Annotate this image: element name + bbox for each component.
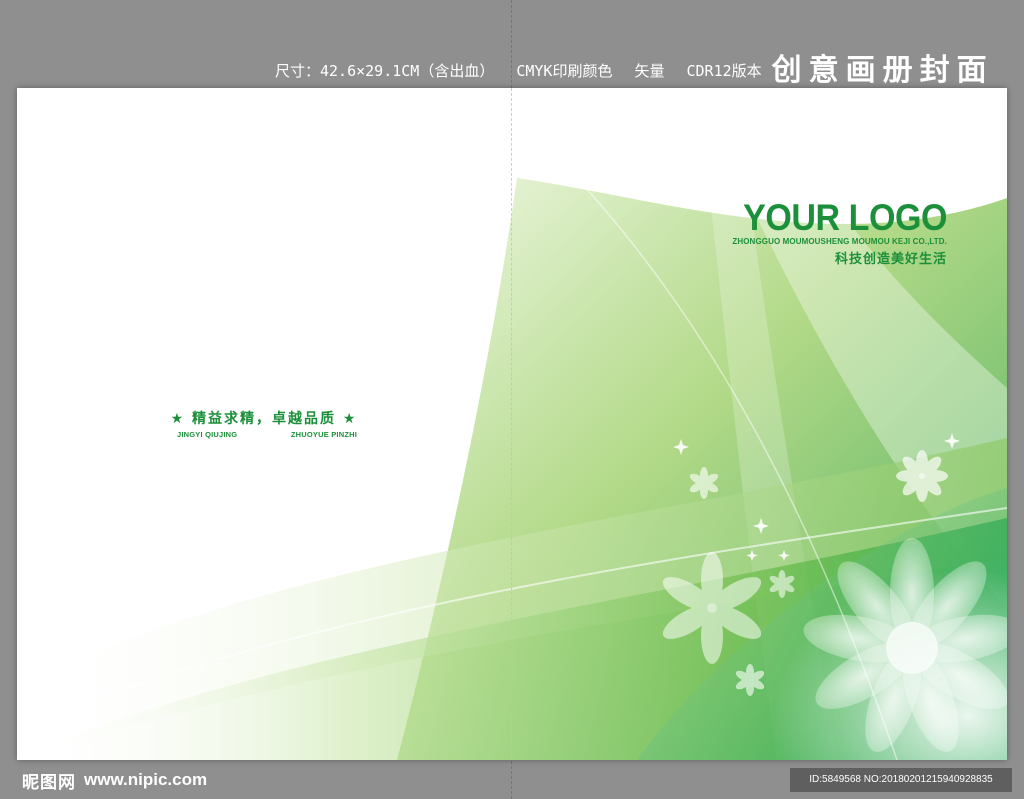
- logo-text: YOUR LOGO: [743, 197, 947, 238]
- brochure-cover: YOUR LOGO ZHONGGUO MOUMOUSHENG MOUMOU KE…: [17, 88, 1007, 760]
- company-slogan: 科技创造美好生活: [834, 252, 947, 267]
- motto-pinyin: JINGYI QIUJING ZHUOYUE PINZHI: [159, 430, 369, 439]
- spec-color-mode: CMYK印刷颜色: [516, 61, 613, 80]
- back-cover-motto: ★ 精益求精，卓越品质 ★ JINGYI QIUJING ZHUOYUE PIN…: [159, 408, 369, 439]
- spec-version: CDR12版本: [686, 61, 762, 80]
- preview-stage: 尺寸：42.6×29.1CM（含出血） CMYK印刷颜色 矢量 CDR12版本 …: [0, 0, 1024, 799]
- watermark-footer: 昵图网 www.nipic.com: [22, 768, 208, 793]
- motto-pinyin-left: JINGYI QIUJING: [177, 430, 238, 439]
- watermark-brand: 昵图网: [22, 772, 76, 793]
- spec-format: 矢量: [634, 61, 665, 80]
- spec-size: 尺寸：42.6×29.1CM（含出血）: [275, 61, 495, 80]
- spec-title: 创意画册封面: [771, 53, 994, 88]
- company-name: ZHONGGUO MOUMOUSHENG MOUMOU KEJI CO.,LTD…: [732, 237, 947, 246]
- logo-block: YOUR LOGO ZHONGGUO MOUMOUSHENG MOUMOU KE…: [717, 197, 947, 268]
- motto-text: ★ 精益求精，卓越品质 ★: [170, 411, 358, 427]
- motto-pinyin-right: ZHUOYUE PINZHI: [290, 430, 357, 439]
- watermark-url: www.nipic.com: [84, 770, 208, 789]
- spec-bar: 尺寸：42.6×29.1CM（含出血） CMYK印刷颜色 矢量 CDR12版本 …: [275, 50, 994, 90]
- image-id-label: ID:5849568 NO:20180201215940928835: [790, 768, 1012, 792]
- cover-fold-line: [511, 88, 512, 760]
